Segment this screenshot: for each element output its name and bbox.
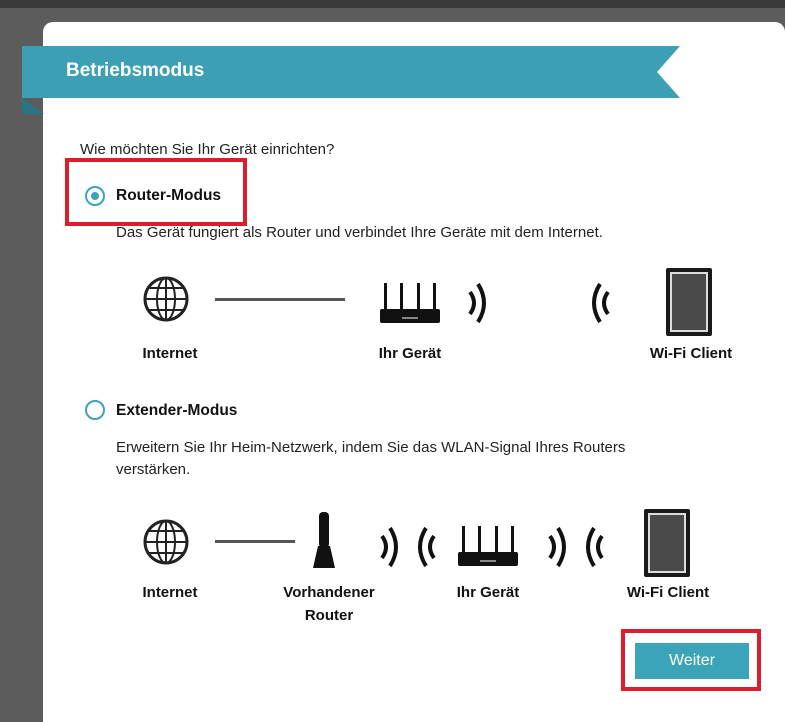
- tablet-icon: [644, 509, 690, 577]
- page-title: Betriebsmodus: [66, 60, 205, 81]
- connection-line: [215, 540, 295, 543]
- extender-mode-description-line-1: Erweitern Sie Ihr Heim-Netzwerk, indem S…: [116, 439, 626, 456]
- connection-line: [215, 298, 345, 301]
- wifi-signal-icon: [418, 526, 436, 568]
- caption-existing-router-line-1: Vorhandener: [283, 584, 375, 601]
- router-icon: [458, 526, 518, 566]
- globe-icon: [143, 276, 189, 322]
- caption-internet: Internet: [142, 584, 198, 601]
- router-mode-highlight: [65, 158, 247, 226]
- caption-your-device: Ihr Gerät: [378, 345, 442, 362]
- globe-icon: [143, 519, 189, 565]
- title-banner: Betriebsmodus: [22, 46, 680, 114]
- wifi-signal-icon: [592, 282, 610, 324]
- setup-question: Wie möchten Sie Ihr Gerät einrichten?: [80, 141, 335, 158]
- router-mode-description: Das Gerät fungiert als Router und verbin…: [116, 224, 603, 241]
- caption-internet: Internet: [142, 345, 198, 362]
- tablet-icon: [666, 268, 712, 336]
- router-icon: [380, 283, 440, 323]
- caption-existing-router-line-2: Router: [304, 607, 354, 624]
- top-bar: [0, 0, 785, 8]
- next-button-highlight: [621, 629, 761, 691]
- setup-dialog: [43, 22, 785, 722]
- existing-router-icon: [313, 512, 335, 568]
- wifi-signal-icon: [548, 526, 566, 568]
- extender-mode-radio[interactable]: [85, 400, 105, 420]
- caption-your-device: Ihr Gerät: [456, 584, 520, 601]
- caption-wifi-client: Wi-Fi Client: [649, 345, 733, 362]
- wifi-signal-icon: [586, 526, 604, 568]
- extender-mode-description-line-2: verstärken.: [116, 461, 191, 478]
- extender-mode-label[interactable]: Extender-Modus: [116, 402, 237, 420]
- wifi-signal-icon: [380, 526, 398, 568]
- caption-wifi-client: Wi-Fi Client: [626, 584, 710, 601]
- wifi-signal-icon: [468, 282, 486, 324]
